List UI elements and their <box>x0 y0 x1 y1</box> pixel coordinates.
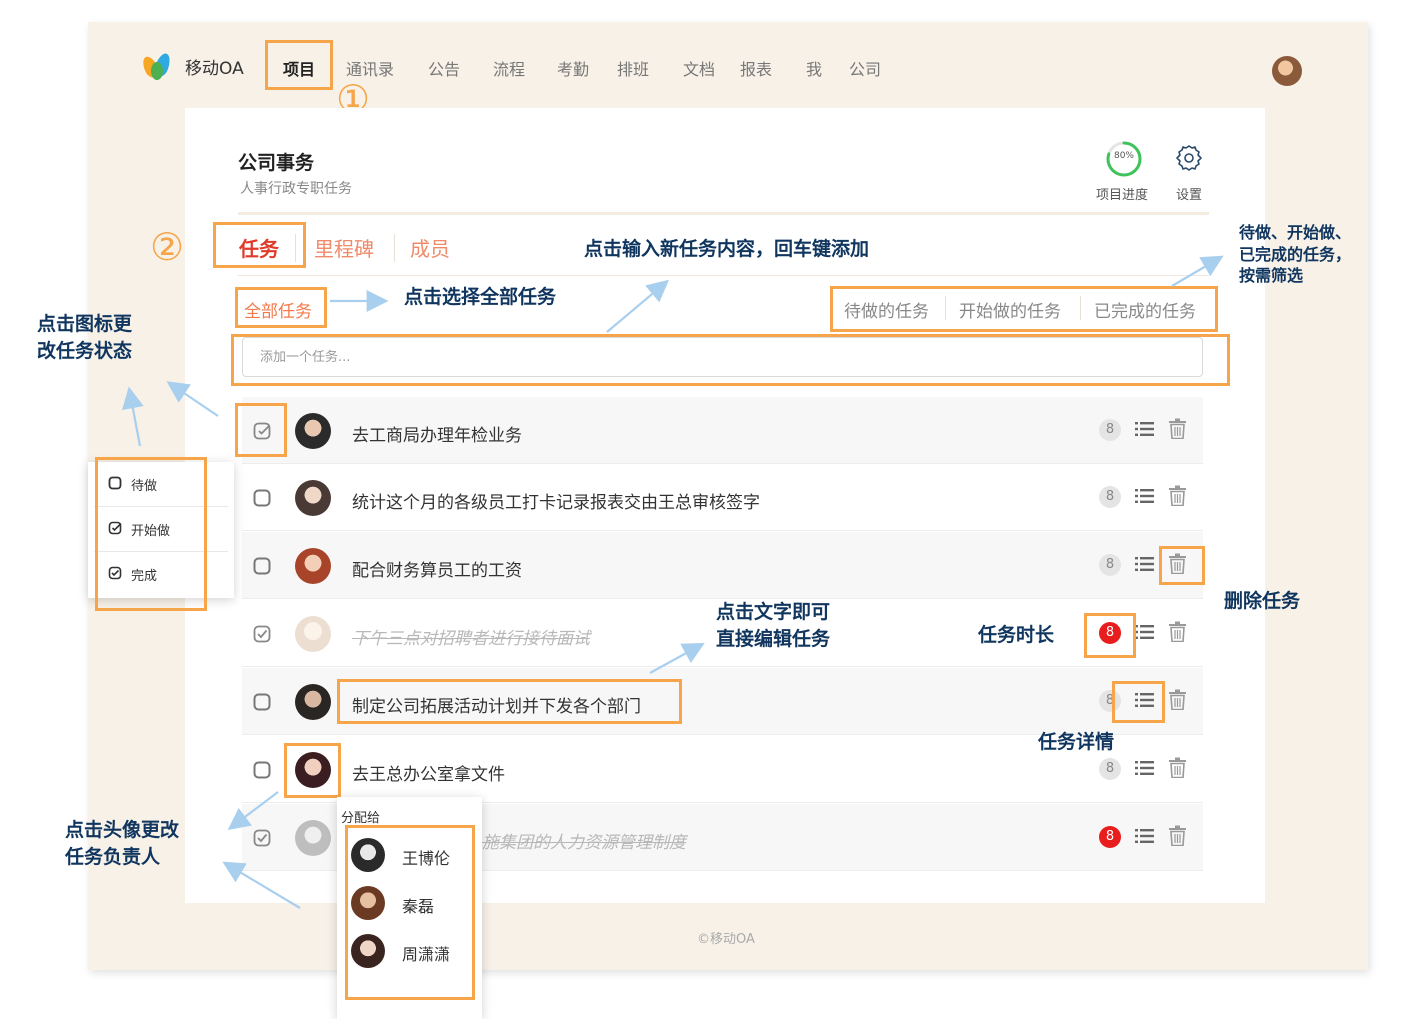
step-marker-2: ② <box>150 225 185 269</box>
duration-badge: 8 <box>1099 419 1121 441</box>
annotation-edit: 点击文字即可 直接编辑任务 <box>716 601 831 650</box>
task-detail-icon[interactable] <box>1135 828 1154 844</box>
status-todo-icon[interactable] <box>253 557 271 575</box>
highlight-status-icon <box>235 403 287 457</box>
task-text[interactable]: 去王总办公室拿文件 <box>352 760 505 785</box>
settings-label[interactable]: 设置 <box>1176 184 1202 203</box>
highlight-trash <box>1159 546 1205 585</box>
status-todo-icon[interactable] <box>253 489 271 507</box>
status-done-icon[interactable] <box>253 625 271 643</box>
assignee-avatar[interactable] <box>295 616 331 652</box>
tabs-divider <box>238 275 1209 276</box>
task-detail-icon[interactable] <box>1135 760 1154 776</box>
nav-item-workflow[interactable]: 流程 <box>493 56 525 80</box>
task-text[interactable]: 去工商局办理年检业务 <box>352 421 522 446</box>
progress-label: 项目进度 <box>1096 188 1149 203</box>
annotation-assign: 点击头像更改 任务负责人 <box>65 819 180 868</box>
assignee-avatar[interactable] <box>295 548 331 584</box>
task-text[interactable]: 施集团的人力资源管理制度 <box>482 828 686 853</box>
assignee-avatar[interactable] <box>295 820 331 856</box>
nav-item-company[interactable]: 公司 <box>849 56 881 80</box>
nav-item-reports[interactable]: 报表 <box>740 56 772 80</box>
annotation-detail: 任务详情 <box>1038 731 1115 753</box>
nav-item-attendance[interactable]: 考勤 <box>557 56 589 80</box>
user-avatar[interactable] <box>1272 56 1302 86</box>
nav-item-me[interactable]: 我 <box>806 56 822 80</box>
gear-icon[interactable] <box>1174 143 1204 173</box>
duration-badge: 8 <box>1099 486 1121 508</box>
duration-badge: 8 <box>1099 554 1121 576</box>
duration-badge: 8 <box>1099 826 1121 848</box>
highlight-detail <box>1112 681 1165 723</box>
assignee-avatar[interactable] <box>295 413 331 449</box>
annotation-delete: 删除任务 <box>1224 590 1301 612</box>
tab-milestones[interactable]: 里程碑 <box>314 233 374 262</box>
task-text[interactable]: 统计这个月的各级员工打卡记录报表交由王总审核签字 <box>352 488 760 513</box>
assignee-avatar[interactable] <box>295 480 331 516</box>
task-row[interactable]: 配合财务算员工的工资 8 <box>242 532 1203 599</box>
duration-badge: 8 <box>1099 758 1121 780</box>
status-done-icon[interactable] <box>253 829 271 847</box>
trash-icon[interactable] <box>1169 757 1186 778</box>
trash-icon[interactable] <box>1169 621 1186 642</box>
footer: ©移动OA <box>697 932 755 947</box>
task-text[interactable]: 配合财务算员工的工资 <box>352 556 522 581</box>
annotation-select-all: 点击选择全部任务 <box>404 286 557 308</box>
nav-item-shifts[interactable]: 排班 <box>617 56 649 80</box>
trash-icon[interactable] <box>1169 418 1186 439</box>
progress-value: 80% <box>1113 151 1134 161</box>
header-divider <box>238 212 1209 215</box>
brand[interactable]: 移动OA <box>139 50 244 82</box>
nav-item-announcements[interactable]: 公告 <box>428 56 460 80</box>
highlight-nav-projects <box>265 40 333 90</box>
annotation-status: 点击图标更 改任务状态 <box>37 313 133 362</box>
highlight-status-menu <box>95 457 207 611</box>
nav-item-documents[interactable]: 文档 <box>683 56 715 80</box>
tab-members[interactable]: 成员 <box>410 233 450 262</box>
trash-icon[interactable] <box>1169 485 1186 506</box>
assignee-avatar[interactable] <box>295 684 331 720</box>
highlight-avatar <box>284 743 341 798</box>
project-title[interactable]: 公司事务 <box>238 148 314 175</box>
status-todo-icon[interactable] <box>253 693 271 711</box>
annotation-add-task: 点击输入新任务内容，回车键添加 <box>584 238 870 260</box>
task-text[interactable]: 下午三点对招聘者进行接待面试 <box>352 624 590 649</box>
status-todo-icon[interactable] <box>253 761 271 779</box>
task-row[interactable]: 去工商局办理年检业务 8 <box>242 397 1203 464</box>
task-detail-icon[interactable] <box>1135 624 1154 640</box>
project-subtitle: 人事行政专职任务 <box>240 181 352 197</box>
highlight-assign-menu <box>345 825 475 1000</box>
task-detail-icon[interactable] <box>1135 556 1154 572</box>
highlight-filter-all <box>235 287 327 328</box>
annotation-duration: 任务时长 <box>978 624 1055 646</box>
highlight-add-task <box>231 334 1230 386</box>
assign-menu-title: 分配给 <box>341 811 381 826</box>
highlight-task-text <box>337 679 682 724</box>
trash-icon[interactable] <box>1169 825 1186 846</box>
highlight-duration <box>1084 613 1136 658</box>
highlight-filters <box>830 286 1218 332</box>
task-detail-icon[interactable] <box>1135 488 1154 504</box>
task-detail-icon[interactable] <box>1135 421 1154 437</box>
tab-divider <box>394 234 395 262</box>
task-row[interactable]: 统计这个月的各级员工打卡记录报表交由王总审核签字 8 <box>242 464 1203 531</box>
annotation-filters: 待做、开始做、 已完成的任务， 按需筛选 <box>1239 223 1352 286</box>
trash-icon[interactable] <box>1169 689 1186 710</box>
highlight-tab-tasks <box>213 222 306 268</box>
brand-name: 移动OA <box>185 58 244 79</box>
logo-icon <box>139 50 175 82</box>
